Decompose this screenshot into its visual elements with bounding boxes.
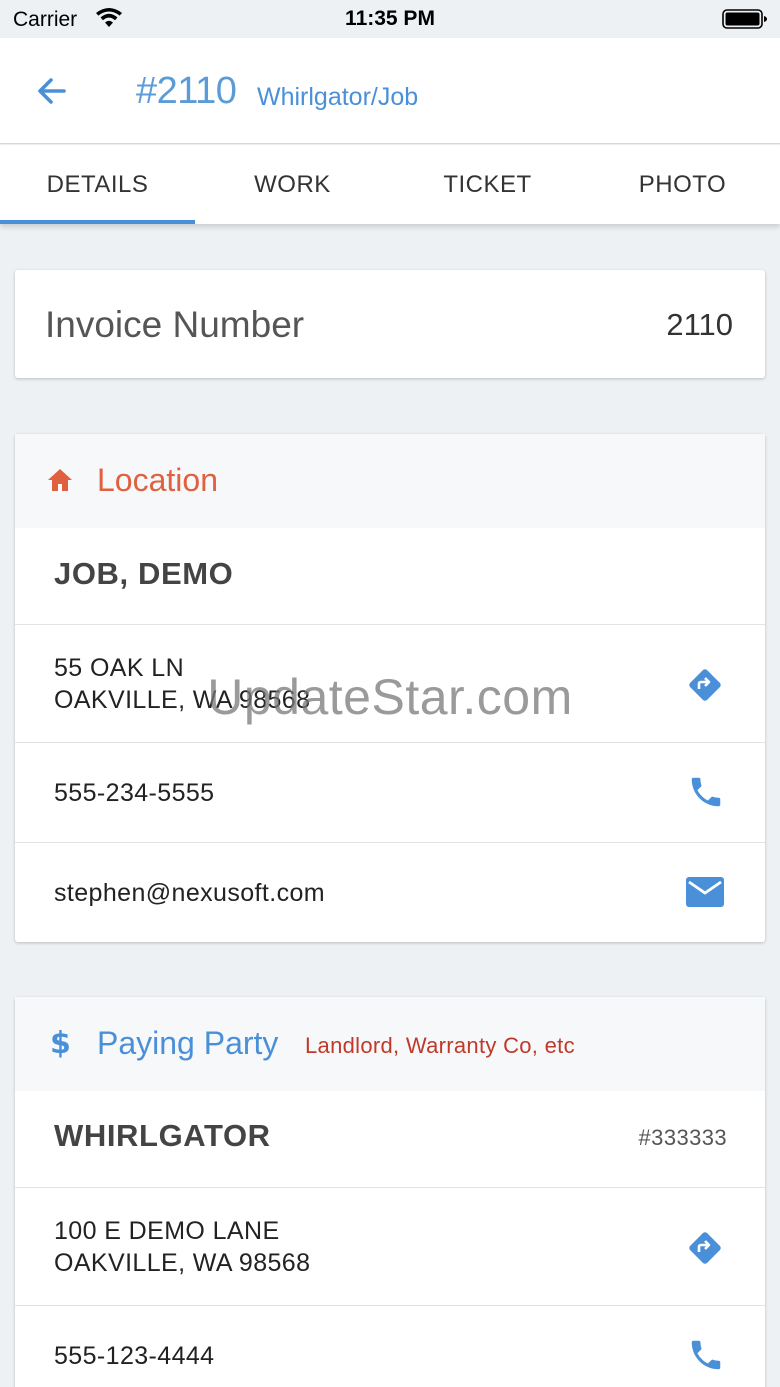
tab-photo[interactable]: PHOTO [585, 145, 780, 224]
invoice-number-value: 2110 [666, 307, 733, 342]
tab-work[interactable]: WORK [195, 145, 390, 224]
paying-party-section-header: $ Paying Party Landlord, Warranty Co, et… [15, 997, 765, 1091]
location-address: 55 OAK LN OAKVILLE, WA 98568 [54, 652, 310, 716]
location-card: Location JOB, DEMO 55 OAK LN OAKVILLE, W… [15, 434, 765, 942]
status-bar: Carrier 11:35 PM [0, 0, 780, 38]
paying-party-account: #333333 [638, 1125, 727, 1150]
battery-icon [722, 9, 767, 29]
paying-party-address-line2: OAKVILLE, WA 98568 [54, 1249, 311, 1277]
location-phone: 555-234-5555 [54, 779, 215, 807]
paying-party-card: $ Paying Party Landlord, Warranty Co, et… [15, 997, 765, 1387]
location-name: JOB, DEMO [54, 556, 234, 591]
invoice-number-label: Invoice Number [45, 304, 305, 345]
directions-icon[interactable] [685, 665, 725, 705]
header-bar: #2110 Whirlgator/Job [0, 38, 780, 144]
location-address-line2: OAKVILLE, WA 98568 [54, 686, 311, 714]
tab-bar: DETAILS WORK TICKET PHOTO [0, 145, 780, 224]
location-address-line1: 55 OAK LN [54, 654, 185, 682]
location-email: stephen@nexusoft.com [54, 879, 326, 907]
status-time: 11:35 PM [345, 7, 435, 30]
back-arrow-icon[interactable] [30, 68, 76, 114]
location-email-row[interactable]: stephen@nexusoft.com [15, 842, 765, 942]
paying-party-phone: 555-123-4444 [54, 1342, 215, 1370]
paying-party-address: 100 E DEMO LANE OAKVILLE, WA 98568 [54, 1215, 310, 1279]
location-section-header: Location [15, 434, 765, 528]
tab-details[interactable]: DETAILS [0, 145, 195, 224]
paying-party-title: Paying Party [97, 1025, 279, 1061]
location-name-row: JOB, DEMO [15, 528, 765, 624]
paying-party-address-row[interactable]: 100 E DEMO LANE OAKVILLE, WA 98568 [15, 1187, 765, 1305]
paying-party-name-row: WHIRLGATOR #333333 [15, 1091, 765, 1187]
email-icon[interactable] [685, 875, 725, 909]
location-address-row[interactable]: 55 OAK LN OAKVILLE, WA 98568 [15, 624, 765, 742]
phone-icon[interactable] [687, 773, 725, 811]
job-number-title: #2110 [136, 70, 237, 112]
tab-ticket[interactable]: TICKET [390, 145, 585, 224]
paying-party-hint: Landlord, Warranty Co, etc [305, 1033, 575, 1058]
location-title: Location [97, 462, 218, 498]
paying-party-address-line1: 100 E DEMO LANE [54, 1217, 280, 1245]
paying-party-phone-row[interactable]: 555-123-4444 [15, 1305, 765, 1387]
dollar-icon: $ [50, 1026, 71, 1061]
phone-icon[interactable] [687, 1336, 725, 1374]
invoice-card: Invoice Number 2110 [15, 270, 765, 378]
home-icon [48, 469, 72, 491]
directions-icon[interactable] [685, 1228, 725, 1268]
job-subtitle: Whirlgator/Job [257, 83, 419, 111]
location-phone-row[interactable]: 555-234-5555 [15, 742, 765, 842]
paying-party-name: WHIRLGATOR [54, 1118, 271, 1153]
